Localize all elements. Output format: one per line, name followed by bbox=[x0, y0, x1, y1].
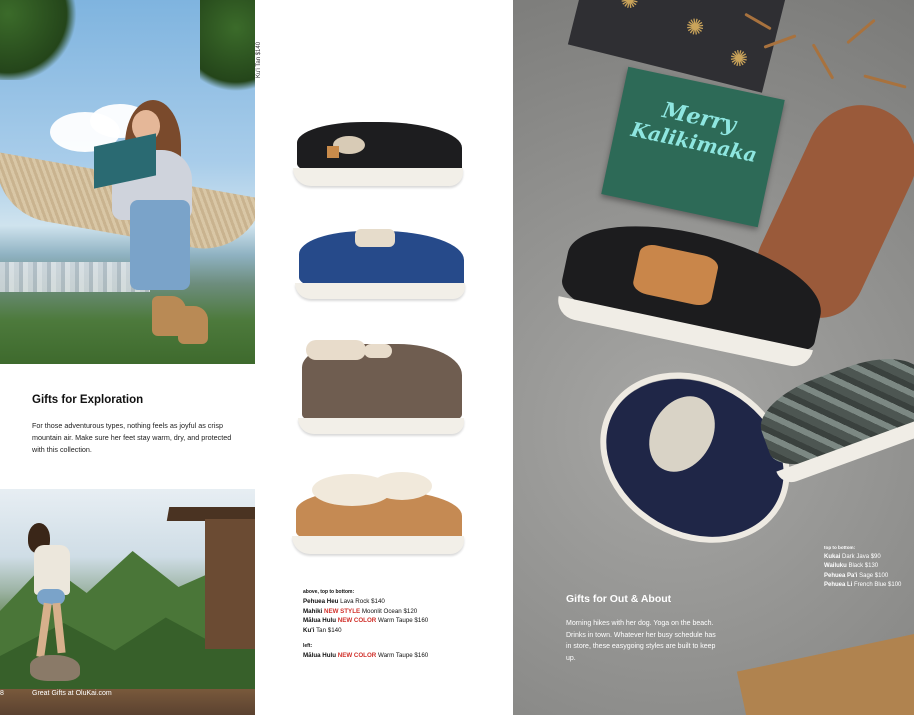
right-shoes-caption: top to bottom: Kukai Dark Java $90 Wailu… bbox=[824, 543, 914, 591]
shoe-kui bbox=[292, 472, 468, 562]
city-skyline bbox=[0, 262, 150, 292]
caption-line: Wailuku Black $130 bbox=[824, 562, 914, 572]
caption-line: Pehuea Heu Lava Rock $140 bbox=[303, 597, 503, 606]
gift-box bbox=[736, 630, 914, 715]
hammock-photo bbox=[0, 0, 255, 364]
caption-detail: French Blue $100 bbox=[854, 582, 902, 589]
caption-line: Pehuea Pa'i Sage $100 bbox=[824, 572, 914, 582]
tree-foliage bbox=[200, 0, 255, 100]
shoe-shearling-collar bbox=[364, 344, 392, 358]
shoe-sole bbox=[298, 418, 464, 434]
shoe-pehuea-heu bbox=[293, 120, 468, 190]
caption-style-name: Pehuea Heu bbox=[303, 598, 339, 606]
caption-heading: top to bottom: bbox=[824, 545, 856, 550]
tree-foliage bbox=[0, 0, 80, 80]
firework-pattern: ✺ bbox=[617, 0, 642, 15]
shoe-sole bbox=[295, 283, 465, 299]
rock bbox=[30, 655, 80, 681]
slipper bbox=[178, 306, 208, 344]
caption-detail: Warm Taupe $160 bbox=[377, 617, 429, 625]
shoe-shearling-collar bbox=[306, 340, 366, 360]
caption-detail: Sage $100 bbox=[859, 572, 889, 579]
paper-shred bbox=[811, 43, 835, 80]
shoes-caption: above, top to bottom: Pehuea Heu Lava Ro… bbox=[303, 588, 503, 661]
new-badge: NEW STYLE bbox=[324, 607, 361, 615]
shoe-malua-hulu-boot bbox=[298, 340, 468, 440]
caption-line: Mālua Hulu NEW COLOR Warm Taupe $160 bbox=[303, 651, 503, 660]
caption-detail: Dark Java $90 bbox=[842, 553, 881, 560]
section-body: For those adventurous types, nothing fee… bbox=[32, 421, 232, 454]
right-page: ✺ ✺ ✺ Merry Kalikimaka bbox=[513, 0, 914, 715]
caption-style-name: Ku'i bbox=[303, 626, 315, 634]
caption-line: Mahiki NEW STYLE Moonlit Ocean $120 bbox=[303, 607, 503, 616]
section-body: Morning hikes with her dog. Yoga on the … bbox=[566, 620, 716, 662]
caption-style-name: Pehuea Li bbox=[824, 582, 853, 589]
firework-pattern: ✺ bbox=[683, 12, 708, 42]
section-title: Gifts for Out & About bbox=[566, 593, 672, 605]
caption-line: Mālua Hulu NEW COLOR Warm Taupe $160 bbox=[303, 616, 503, 625]
firework-pattern: ✺ bbox=[726, 44, 751, 73]
caption-detail: Tan $140 bbox=[316, 626, 342, 634]
paper-shred bbox=[846, 18, 876, 45]
shoe-laces bbox=[355, 229, 395, 247]
caption-line: Pehuea Li French Blue $100 bbox=[824, 581, 914, 591]
section-title: Gifts for Exploration bbox=[32, 394, 144, 406]
caption-style-name: Mālua Hulu bbox=[303, 617, 337, 625]
caption-style-name: Wailuku bbox=[824, 563, 847, 570]
shoe-upper bbox=[297, 122, 462, 174]
footer-website: Great Gifts at OluKai.com bbox=[32, 690, 112, 697]
new-badge: NEW COLOR bbox=[337, 617, 377, 625]
caption-heading: left: bbox=[303, 643, 313, 650]
caption-detail: Lava Rock $140 bbox=[340, 598, 385, 606]
caption-style-name: Kukai bbox=[824, 553, 841, 560]
shoe-tag bbox=[327, 146, 339, 158]
caption-style-name: Mahiki bbox=[303, 607, 323, 615]
page-number: 8 bbox=[0, 690, 4, 697]
caption-style-name: Pehuea Pa'i bbox=[824, 572, 858, 579]
mountain-photo bbox=[0, 489, 255, 715]
hiker-sweater bbox=[34, 545, 70, 595]
caption-line: Kukai Dark Java $90 bbox=[824, 553, 914, 563]
caption-detail: Black $130 bbox=[848, 563, 879, 570]
paper-shred bbox=[863, 74, 907, 89]
shoe-mahiki bbox=[295, 225, 470, 305]
shoe-sole bbox=[292, 536, 464, 554]
caption-style-name: Mālua Hulu bbox=[303, 652, 337, 660]
shoe-sole bbox=[293, 168, 463, 186]
person-jeans bbox=[130, 200, 190, 290]
caption-heading: above, top to bottom: bbox=[303, 589, 355, 595]
cabin bbox=[205, 519, 255, 649]
vertical-caption: Ku'i Tan $140 bbox=[256, 41, 262, 78]
caption-detail: Moonlit Ocean $120 bbox=[361, 607, 418, 615]
hiker-shorts bbox=[37, 589, 65, 605]
new-badge: NEW COLOR bbox=[337, 652, 377, 660]
shoe-shearling-collar bbox=[372, 472, 432, 500]
caption-detail: Warm Taupe $160 bbox=[377, 652, 429, 660]
caption-line: Ku'i Tan $140 bbox=[303, 626, 503, 635]
